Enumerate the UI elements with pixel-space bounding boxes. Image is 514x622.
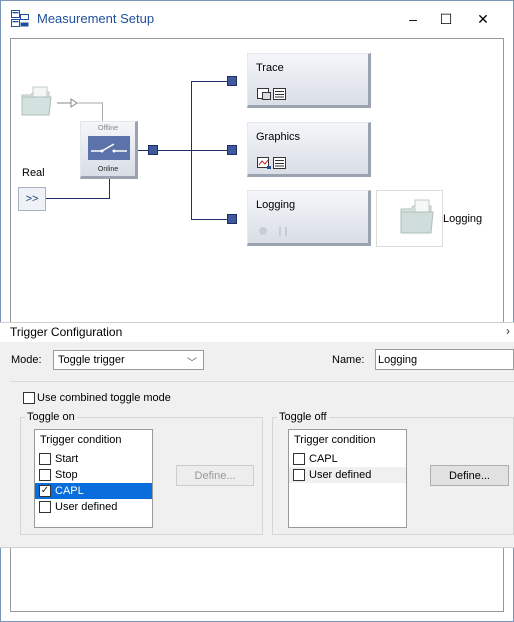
- name-input[interactable]: [375, 349, 514, 370]
- close-button[interactable]: ✕: [464, 7, 502, 31]
- toggle-on-list[interactable]: Trigger condition Start Stop ✓ CAPL User…: [34, 429, 153, 528]
- source-file-icon[interactable]: [19, 83, 55, 119]
- toggle-off-group: Toggle off Trigger condition CAPL User d…: [272, 411, 514, 535]
- mode-select[interactable]: Toggle trigger ﹀: [53, 350, 204, 370]
- mode-select-value: Toggle trigger: [58, 354, 125, 366]
- logging-folder-icon: [400, 199, 434, 234]
- source-arrow-icon: [57, 98, 103, 108]
- logging-label: Logging: [256, 199, 296, 211]
- combined-toggle-checkbox[interactable]: [23, 392, 35, 404]
- switch-icon: [88, 136, 130, 160]
- logging-branch-line: [191, 219, 227, 220]
- toggle-on-group: Toggle on Trigger condition Start Stop ✓…: [20, 411, 263, 535]
- chevron-down-icon: ﹀: [187, 358, 197, 369]
- toggle-off-title: Toggle off: [277, 411, 329, 423]
- trace-branch-line: [191, 81, 227, 82]
- checkbox[interactable]: [39, 453, 51, 465]
- measurement-setup-app-icon: [11, 10, 29, 27]
- toggle-off-item-capl[interactable]: CAPL: [289, 451, 406, 467]
- title-bar: Measurement Setup – ☐ ✕: [1, 1, 513, 35]
- maximize-button[interactable]: ☐: [427, 7, 465, 31]
- graphics-port[interactable]: [227, 145, 237, 155]
- toggle-off-list-header: Trigger condition: [294, 434, 376, 446]
- toggle-on-define-button[interactable]: Define...: [176, 465, 254, 486]
- list-item-label: Stop: [55, 469, 78, 481]
- pause-icon: [279, 227, 287, 236]
- real-connector-v: [109, 179, 110, 199]
- checkbox[interactable]: [293, 453, 305, 465]
- real-bus-button[interactable]: >>: [18, 187, 46, 211]
- name-label: Name:: [332, 354, 365, 366]
- checkbox[interactable]: [293, 469, 305, 481]
- panel-expand-icon[interactable]: ›: [506, 324, 510, 338]
- maximize-icon: ☐: [439, 10, 453, 27]
- toggle-on-item-user-defined[interactable]: User defined: [35, 499, 152, 515]
- list-item-label: CAPL: [55, 485, 84, 497]
- logging-file-block[interactable]: [376, 190, 443, 247]
- switch-output-port[interactable]: [148, 145, 158, 155]
- trace-label: Trace: [256, 62, 284, 74]
- online-offline-switch-block[interactable]: Offline Online: [80, 121, 138, 179]
- checkbox-checked[interactable]: ✓: [39, 485, 51, 497]
- logging-block[interactable]: Logging: [247, 190, 371, 246]
- trigger-panel-header: Trigger Configuration ›: [0, 323, 514, 342]
- toggle-off-define-button[interactable]: Define...: [430, 465, 509, 486]
- mode-label: Mode:: [11, 354, 42, 366]
- checkbox[interactable]: [39, 469, 51, 481]
- close-icon: ✕: [477, 10, 489, 27]
- graphics-label: Graphics: [256, 131, 301, 143]
- list-item-label: Start: [55, 453, 79, 465]
- switch-output-line: [138, 150, 148, 151]
- record-icon: [259, 227, 267, 235]
- logging-file-label: Logging: [443, 213, 483, 225]
- trigger-panel-title: Trigger Configuration: [10, 325, 123, 339]
- real-connector-h: [46, 198, 109, 199]
- online-label: Online: [97, 166, 119, 173]
- graphics-branch-line: [191, 150, 227, 151]
- graphics-chart-icon: [257, 157, 286, 169]
- window-title: Measurement Setup: [37, 11, 155, 26]
- toggle-on-item-stop[interactable]: Stop: [35, 467, 152, 483]
- main-bus-line: [158, 150, 191, 151]
- toggle-off-list[interactable]: Trigger condition CAPL User defined: [288, 429, 407, 528]
- toggle-on-title: Toggle on: [25, 411, 77, 423]
- trace-window-icon: [257, 88, 286, 100]
- trigger-configuration-panel: Trigger Configuration › Mode: Toggle tri…: [0, 322, 514, 548]
- trace-port[interactable]: [227, 76, 237, 86]
- toggle-on-item-start[interactable]: Start: [35, 451, 152, 467]
- offline-connector-line: [102, 103, 103, 123]
- toggle-on-list-header: Trigger condition: [40, 434, 122, 446]
- toggle-on-item-capl[interactable]: ✓ CAPL: [35, 483, 152, 499]
- graphics-block[interactable]: Graphics: [247, 122, 371, 177]
- logging-port[interactable]: [227, 214, 237, 224]
- checkbox[interactable]: [39, 501, 51, 513]
- combined-toggle-label: Use combined toggle mode: [37, 392, 171, 404]
- list-item-label: User defined: [55, 501, 118, 513]
- list-item-label: User defined: [309, 469, 372, 481]
- real-label: Real: [22, 167, 45, 179]
- list-item-label: CAPL: [309, 453, 338, 465]
- trace-block[interactable]: Trace: [247, 53, 371, 108]
- toggle-off-item-user-defined[interactable]: User defined: [289, 467, 406, 483]
- minimize-icon: –: [409, 11, 417, 27]
- offline-label: Offline: [97, 125, 119, 132]
